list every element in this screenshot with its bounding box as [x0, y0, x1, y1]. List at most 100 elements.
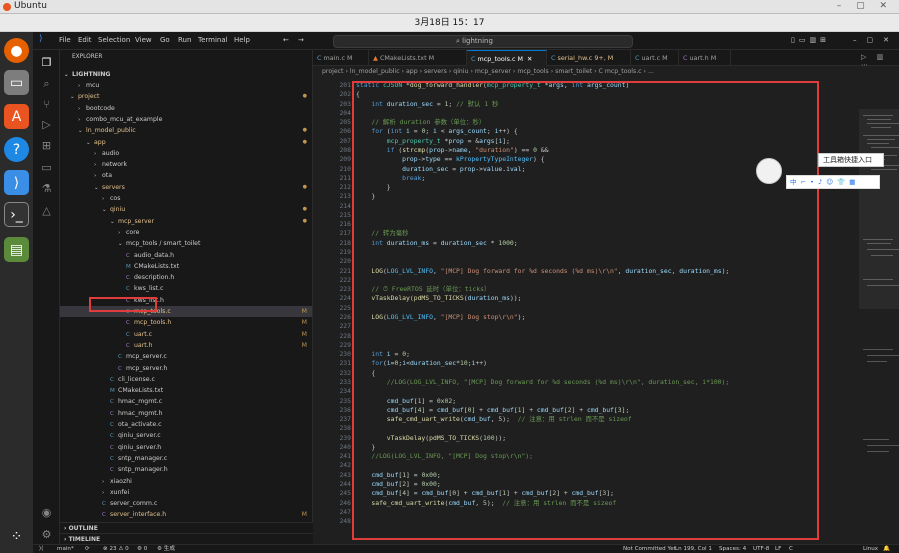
tree-item[interactable]: › mcu: [60, 80, 312, 91]
settings-gear-icon[interactable]: ⚙: [33, 524, 60, 544]
tab-mcp-tools-c[interactable]: C mcp_tools.c M ✕: [467, 50, 547, 66]
trash-icon[interactable]: ▤: [4, 237, 29, 262]
vscode-icon[interactable]: ⟩: [4, 170, 29, 195]
language-mode[interactable]: C: [789, 545, 793, 553]
tab-serial-hw-c[interactable]: C serial_hw.c 9+, M: [547, 50, 631, 66]
close-icon[interactable]: ✕: [885, 155, 892, 164]
tree-item[interactable]: Cota_activate.c: [60, 419, 312, 430]
problems-count[interactable]: ⊗ 23 ⚠ 0: [103, 545, 129, 553]
tree-item[interactable]: Cmcp_tools.h M: [60, 317, 312, 328]
menu-selection[interactable]: Selection: [98, 36, 130, 44]
show-apps-icon[interactable]: ⁘: [4, 524, 29, 549]
build-button[interactable]: ⚙ 生成: [157, 545, 175, 553]
account-icon[interactable]: ◉: [33, 502, 60, 522]
tree-item[interactable]: Csntp_manager.h: [60, 464, 312, 475]
nav-forward-icon[interactable]: →: [298, 36, 304, 44]
git-branch[interactable]: main*: [57, 545, 74, 553]
outline-section[interactable]: › OUTLINE: [60, 522, 313, 533]
tab-main-c[interactable]: C main.c M: [313, 50, 369, 66]
git-blame[interactable]: Not Committed Yet: [623, 545, 676, 553]
tree-item[interactable]: Ccli_license.c: [60, 374, 312, 385]
cmake-icon[interactable]: △: [33, 200, 60, 220]
tree-item[interactable]: ⌄ qiniu ●: [60, 204, 312, 215]
toolbox-toolbar[interactable]: 中 ⌐ • ♪ ☺ 👕 ▦: [786, 175, 880, 189]
extensions-icon[interactable]: ⊞: [33, 135, 60, 155]
tree-item[interactable]: Caudio_data.h: [60, 250, 312, 261]
tree-item[interactable]: Cuart.h M: [60, 340, 312, 351]
cursor-position[interactable]: Ln 199, Col 1: [675, 545, 712, 553]
run-debug-icon[interactable]: ▷: [33, 114, 60, 134]
encoding[interactable]: UTF-8: [753, 545, 769, 553]
breadcrumb[interactable]: project › ln_model_public › app › server…: [313, 66, 899, 77]
menu-view[interactable]: View: [135, 36, 152, 44]
workspace-root[interactable]: ⌄ LIGHTNING: [60, 69, 312, 80]
tree-item[interactable]: ⌄ servers ●: [60, 182, 312, 193]
tree-item[interactable]: Csntp_manager.c: [60, 453, 312, 464]
tree-item[interactable]: Ckws_list.c: [60, 283, 312, 294]
tree-item[interactable]: Cmcp_server.c: [60, 351, 312, 362]
indentation[interactable]: Spaces: 4: [719, 545, 746, 553]
tree-item[interactable]: › cos: [60, 193, 312, 204]
nav-back-icon[interactable]: ←: [283, 36, 289, 44]
menu-run[interactable]: Run: [178, 36, 191, 44]
toolbox-avatar[interactable]: [756, 158, 782, 184]
menu-file[interactable]: File: [59, 36, 71, 44]
tree-item[interactable]: Cuart.c M: [60, 329, 312, 340]
menu-edit[interactable]: Edit: [78, 36, 92, 44]
platform[interactable]: Linux: [863, 545, 878, 553]
layout-icons[interactable]: ▯▭▥⊞: [791, 36, 830, 44]
tree-item[interactable]: Cserver_interface.h M: [60, 509, 312, 520]
tab-uart-c[interactable]: C uart.c M: [631, 50, 679, 66]
tree-item[interactable]: › network: [60, 159, 312, 170]
tree-item[interactable]: ⌄ project ●: [60, 91, 312, 102]
tree-item[interactable]: ⌄ mcp_server ●: [60, 216, 312, 227]
close-icon[interactable]: ✕: [527, 55, 532, 63]
source-control-icon[interactable]: ⑂: [33, 94, 60, 114]
menu-terminal[interactable]: Terminal: [198, 36, 228, 44]
sync-icon[interactable]: ⟳: [85, 545, 90, 553]
firefox-icon[interactable]: ●: [4, 38, 29, 63]
tree-item[interactable]: › bootcode: [60, 103, 312, 114]
tab-uart-h[interactable]: C uart.h M: [679, 50, 731, 66]
remote-icon[interactable]: ▭: [33, 157, 60, 177]
toolbox-shortcut-label[interactable]: 工具箱快捷入口: [818, 153, 884, 167]
remote-indicator-icon[interactable]: ⟩⟨: [39, 545, 43, 553]
tree-item[interactable]: Cqiniu_server.c: [60, 430, 312, 441]
tree-item[interactable]: ⌄ ln_model_public ●: [60, 125, 312, 136]
tree-item[interactable]: Cmcp_server.h: [60, 363, 312, 374]
tree-item[interactable]: M CMakeLists.txt: [60, 385, 312, 396]
ports-indicator[interactable]: ⚙ 0: [137, 545, 147, 553]
help-icon[interactable]: ?: [4, 137, 29, 162]
menu-help[interactable]: Help: [234, 36, 250, 44]
tree-item[interactable]: Chmac_mgmt.c: [60, 396, 312, 407]
tab-cmakelists[interactable]: ▲ CMakeLists.txt M: [369, 50, 467, 66]
explorer-icon[interactable]: ❐: [33, 52, 60, 72]
testing-icon[interactable]: ⚗: [33, 178, 60, 198]
tree-item[interactable]: Cdescription.h: [60, 272, 312, 283]
tree-item[interactable]: › xunfei: [60, 487, 312, 498]
notifications-icon[interactable]: 🔔: [883, 545, 890, 553]
tree-item[interactable]: › ota: [60, 170, 312, 181]
tree-item[interactable]: Cqiniu_server.h: [60, 442, 312, 453]
tree-item[interactable]: › audio: [60, 148, 312, 159]
timeline-section[interactable]: › TIMELINE: [60, 533, 313, 544]
tree-item[interactable]: › core: [60, 227, 312, 238]
end-of-line[interactable]: LF: [775, 545, 781, 553]
tree-item[interactable]: ⌄ app ●: [60, 137, 312, 148]
app-center-icon[interactable]: A: [4, 104, 29, 129]
tree-item-label: mcu: [86, 82, 100, 89]
terminal-icon[interactable]: ›_: [4, 202, 29, 227]
window-buttons[interactable]: –▢✕: [853, 36, 899, 44]
tree-item[interactable]: › xiaozhi: [60, 476, 312, 487]
tree-item[interactable]: ⌄ mcp_tools / smart_toilet: [60, 238, 312, 249]
search-view-icon[interactable]: ⌕: [33, 74, 60, 94]
files-icon[interactable]: ▭: [4, 70, 29, 95]
window-controls[interactable]: – ▢ ✕: [837, 1, 893, 11]
command-center[interactable]: ⌕ lightning: [333, 35, 633, 48]
tree-item[interactable]: M CMakeLists.txt: [60, 261, 312, 272]
top-bar-clock[interactable]: 3月18日 15：17: [0, 14, 899, 32]
menu-go[interactable]: Go: [160, 36, 170, 44]
tree-item[interactable]: Chmac_mgmt.h: [60, 408, 312, 419]
tree-item[interactable]: › combo_mcu_at_example: [60, 114, 312, 125]
tree-item[interactable]: Cserver_comm.c: [60, 498, 312, 509]
